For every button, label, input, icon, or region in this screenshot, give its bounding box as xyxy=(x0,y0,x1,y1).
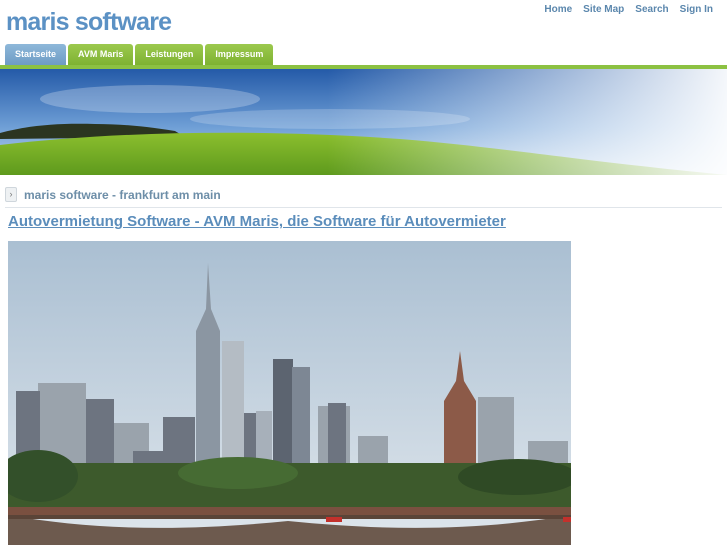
sign-in-link[interactable]: Sign In xyxy=(680,4,713,15)
header-banner-image xyxy=(0,69,727,175)
tab-leistungen[interactable]: Leistungen xyxy=(135,44,204,65)
site-title[interactable]: maris software xyxy=(6,8,172,37)
article-title-link[interactable]: Autovermietung Software - AVM Maris, die… xyxy=(8,213,506,230)
site-map-link[interactable]: Site Map xyxy=(583,4,624,15)
chevron-right-icon: › xyxy=(5,187,17,202)
tab-avm-maris[interactable]: AVM Maris xyxy=(68,44,134,65)
tab-startseite[interactable]: Startseite xyxy=(5,44,67,65)
breadcrumb-divider xyxy=(5,207,722,208)
main-nav: Startseite AVM Maris Leistungen Impressu… xyxy=(5,44,274,65)
frankfurt-skyline-photo xyxy=(8,241,571,545)
top-links: Home Site Map Search Sign In xyxy=(544,4,713,15)
tab-impressum[interactable]: Impressum xyxy=(205,44,274,65)
search-link[interactable]: Search xyxy=(635,4,668,15)
breadcrumb: › maris software - frankfurt am main xyxy=(5,187,221,202)
home-link[interactable]: Home xyxy=(544,4,572,15)
breadcrumb-label: maris software - frankfurt am main xyxy=(24,187,221,202)
